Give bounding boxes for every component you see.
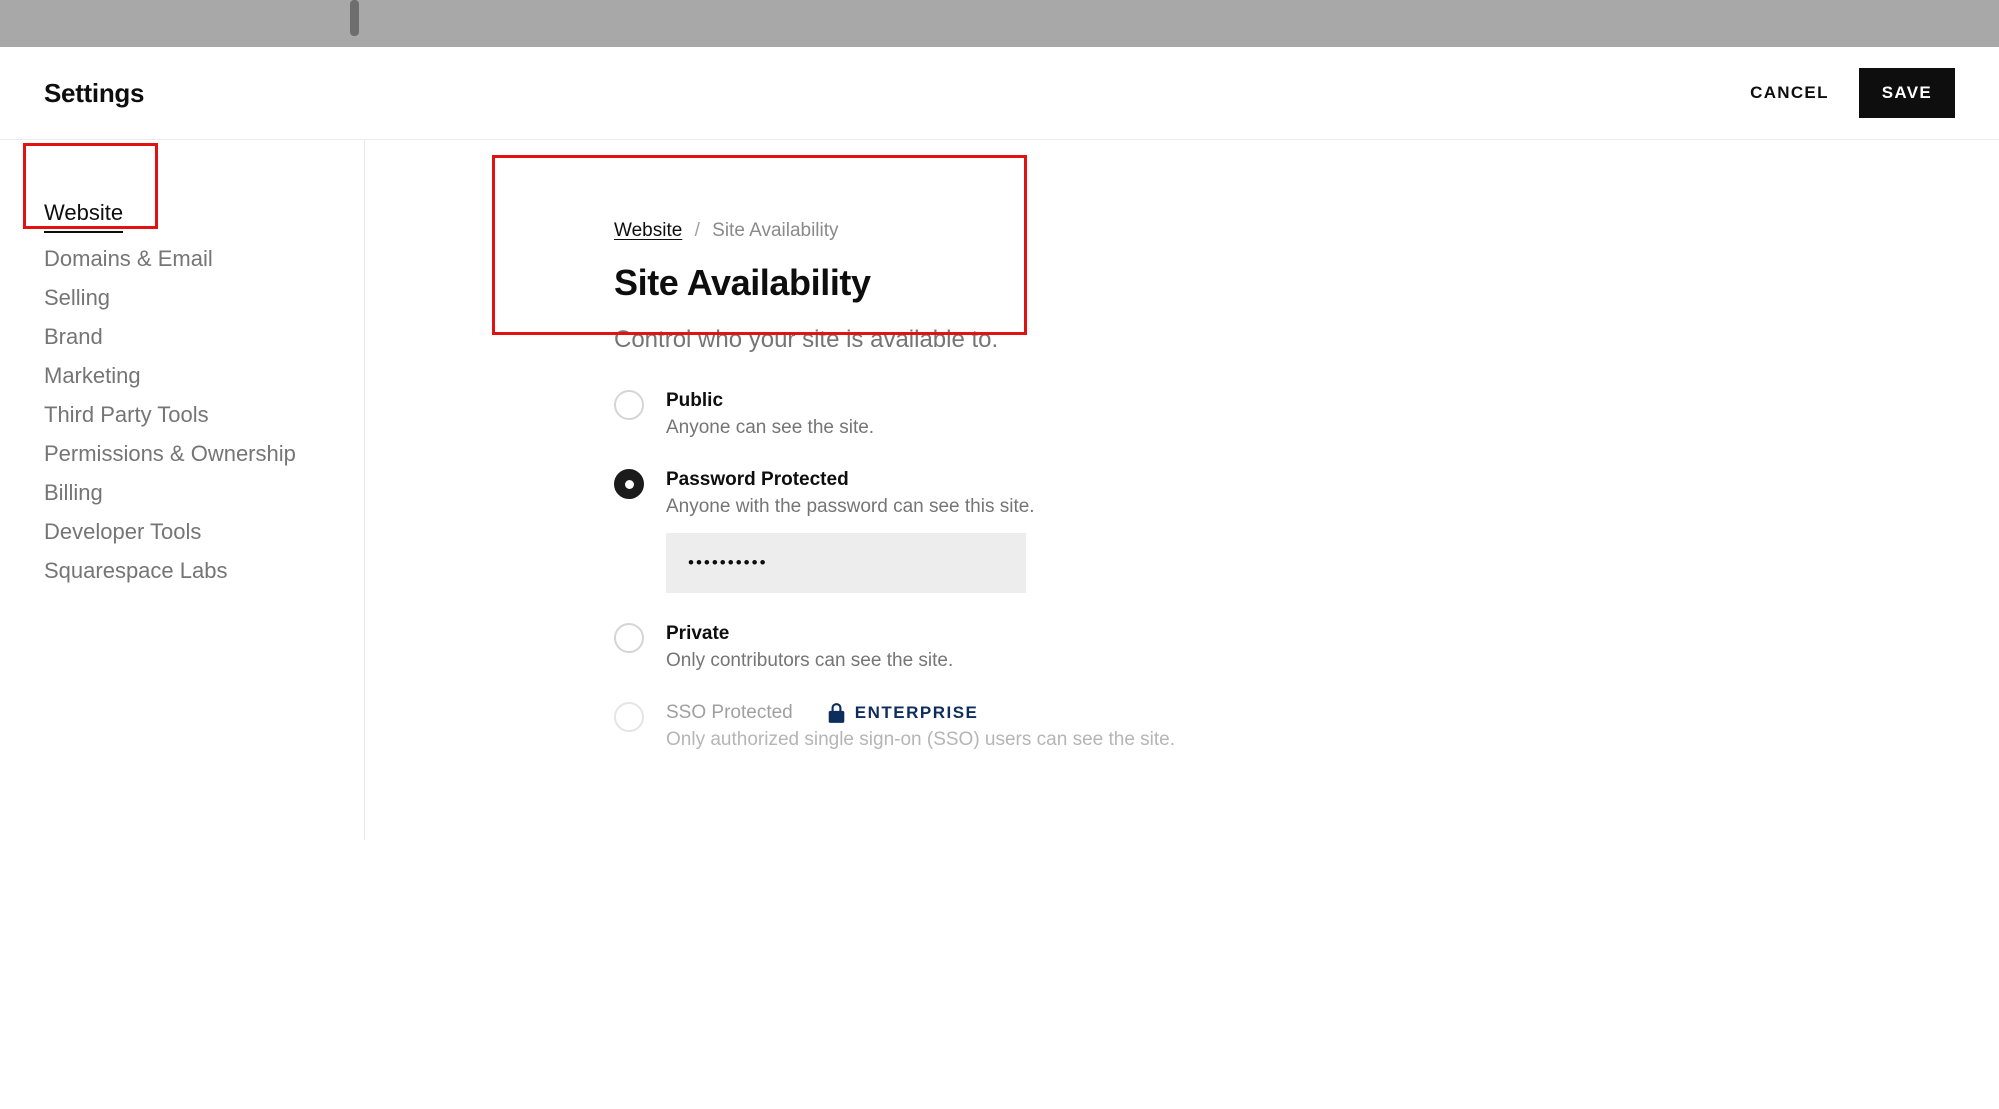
radio-password-protected[interactable] — [614, 469, 644, 499]
password-input[interactable] — [666, 533, 1026, 593]
modal-title: Settings — [44, 78, 144, 109]
option-title: SSO Protected ENTERPRISE — [666, 702, 1214, 724]
option-body: Public Anyone can see the site. — [666, 390, 1214, 439]
sidebar-item-third-party-tools[interactable]: Third Party Tools — [44, 402, 209, 428]
breadcrumb-parent-link[interactable]: Website — [614, 220, 682, 241]
sidebar-item-squarespace-labs[interactable]: Squarespace Labs — [44, 558, 227, 584]
option-private[interactable]: Private Only contributors can see the si… — [614, 623, 1214, 672]
option-body: Private Only contributors can see the si… — [666, 623, 1214, 672]
breadcrumb-separator: / — [695, 220, 700, 241]
radio-sso-protected — [614, 702, 644, 732]
sidebar-item-brand[interactable]: Brand — [44, 324, 103, 350]
option-sso-protected: SSO Protected ENTERPRISE Only authorized… — [614, 702, 1214, 751]
breadcrumb: Website / Site Availability — [614, 220, 1999, 242]
settings-modal: Settings CANCEL SAVE Website Domains & E… — [0, 47, 1999, 840]
modal-actions: CANCEL SAVE — [1750, 68, 1955, 118]
scrollbar-thumb[interactable] — [350, 0, 359, 36]
sidebar-item-website[interactable]: Website — [44, 200, 123, 233]
page-title: Site Availability — [614, 262, 1999, 304]
sidebar: Website Domains & Email Selling Brand Ma… — [0, 140, 365, 840]
availability-options: Public Anyone can see the site. Password… — [614, 390, 1214, 751]
option-desc: Only contributors can see the site. — [666, 650, 1214, 672]
radio-private[interactable] — [614, 623, 644, 653]
sidebar-item-marketing[interactable]: Marketing — [44, 363, 141, 389]
option-public[interactable]: Public Anyone can see the site. — [614, 390, 1214, 439]
sidebar-item-billing[interactable]: Billing — [44, 480, 103, 506]
lock-icon — [828, 703, 845, 723]
modal-header: Settings CANCEL SAVE — [0, 47, 1999, 140]
breadcrumb-current: Site Availability — [712, 220, 838, 241]
sidebar-item-permissions-ownership[interactable]: Permissions & Ownership — [44, 441, 296, 467]
option-desc: Anyone with the password can see this si… — [666, 496, 1214, 518]
cancel-button[interactable]: CANCEL — [1750, 83, 1829, 103]
save-button[interactable]: SAVE — [1859, 68, 1955, 118]
option-desc: Only authorized single sign-on (SSO) use… — [666, 729, 1214, 751]
option-body: SSO Protected ENTERPRISE Only authorized… — [666, 702, 1214, 751]
modal-body: Website Domains & Email Selling Brand Ma… — [0, 140, 1999, 840]
enterprise-badge-text: ENTERPRISE — [855, 703, 979, 723]
option-title: Private — [666, 623, 1214, 645]
enterprise-badge: ENTERPRISE — [828, 703, 979, 723]
option-title-text: SSO Protected — [666, 702, 793, 724]
radio-public[interactable] — [614, 390, 644, 420]
main-panel: Website / Site Availability Site Availab… — [365, 140, 1999, 840]
option-title: Password Protected — [666, 469, 1214, 491]
background-overlay — [0, 0, 1999, 47]
option-title: Public — [666, 390, 1214, 412]
sidebar-item-developer-tools[interactable]: Developer Tools — [44, 519, 201, 545]
page-subtitle: Control who your site is available to. — [614, 326, 1999, 354]
sidebar-item-domains-email[interactable]: Domains & Email — [44, 246, 213, 272]
sidebar-item-selling[interactable]: Selling — [44, 285, 110, 311]
option-desc: Anyone can see the site. — [666, 417, 1214, 439]
option-password-protected[interactable]: Password Protected Anyone with the passw… — [614, 469, 1214, 593]
option-body: Password Protected Anyone with the passw… — [666, 469, 1214, 593]
